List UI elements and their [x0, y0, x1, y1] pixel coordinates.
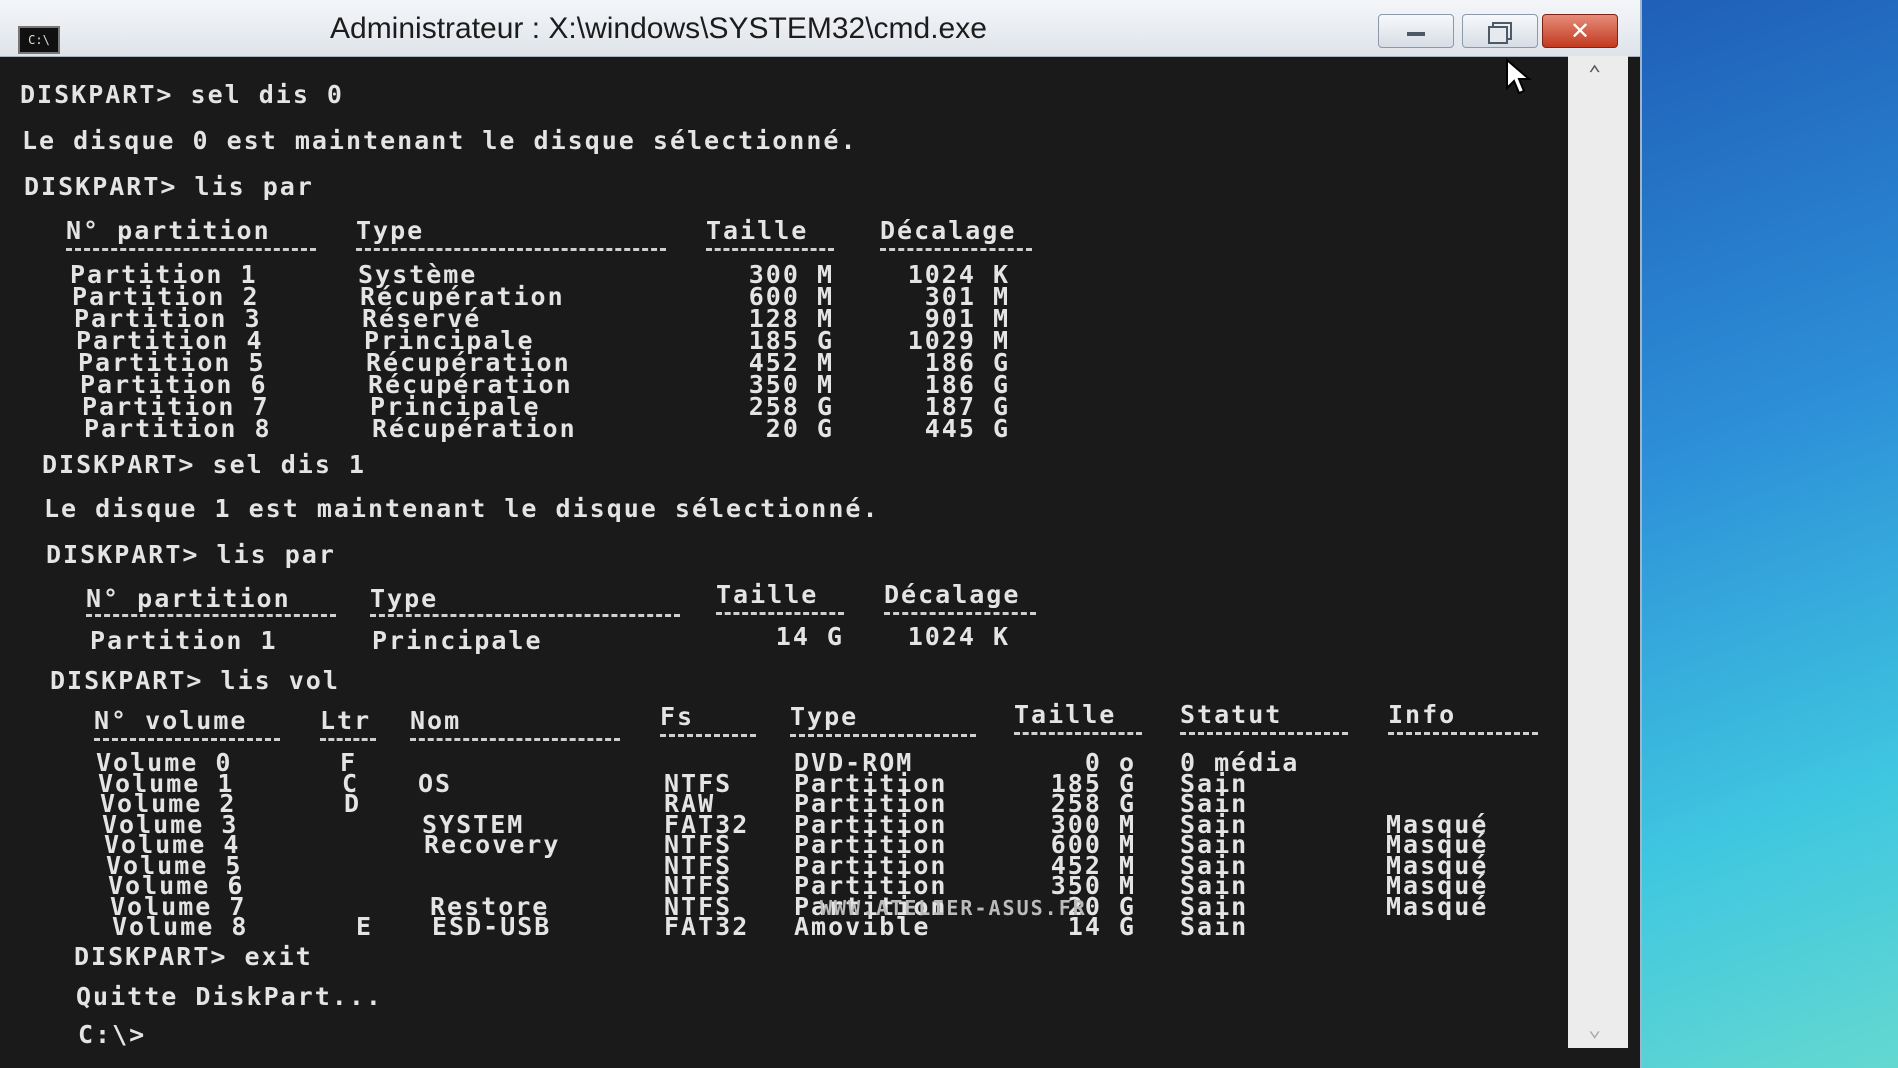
col-header-type: Type: [370, 584, 439, 613]
col-header-info: Info: [1388, 700, 1457, 729]
restore-button[interactable]: [1462, 14, 1538, 48]
command-line: DISKPART> lis vol: [50, 666, 340, 695]
header-underline: [1180, 732, 1348, 738]
console-output[interactable]: DISKPART> sel dis 0 Le disque 0 est main…: [20, 62, 1560, 1052]
output-line: Le disque 1 est maintenant le disque sél…: [44, 494, 880, 523]
command-line: DISKPART> sel dis 1: [42, 450, 366, 479]
header-underline: [660, 734, 756, 740]
cmd-app-icon[interactable]: C:\: [18, 26, 60, 54]
partition-name: Partition 8: [84, 414, 272, 443]
command-line: DISKPART> sel dis 0: [20, 80, 344, 109]
output-line: Le disque 0 est maintenant le disque sél…: [22, 126, 858, 155]
restore-icon-front: [1488, 26, 1508, 44]
partition-name: Partition 1: [90, 626, 278, 655]
minimize-icon: [1407, 32, 1425, 36]
col-header-size: Taille: [716, 580, 819, 609]
col-header-letter: Ltr: [320, 706, 372, 735]
title-bar[interactable]: C:\ Administrateur : X:\windows\SYSTEM32…: [0, 0, 1640, 57]
col-header-fs: Fs: [660, 702, 695, 731]
output-line: Quitte DiskPart...: [76, 982, 383, 1011]
header-underline: [880, 248, 1032, 254]
partition-size: 14 G: [775, 622, 844, 651]
col-header-offset: Décalage: [884, 580, 1021, 609]
command-line: DISKPART> exit: [74, 942, 313, 971]
col-header-type: Type: [790, 702, 859, 731]
header-underline: [410, 738, 620, 744]
volume-name: OS: [418, 768, 453, 798]
window-title: Administrateur : X:\windows\SYSTEM32\cmd…: [330, 12, 987, 45]
col-header-partition: N° partition: [66, 216, 271, 245]
header-underline: [716, 612, 844, 618]
header-underline: [1014, 732, 1142, 738]
minimize-button[interactable]: [1378, 14, 1454, 48]
header-underline: [356, 248, 666, 254]
volume-letter: E: [356, 912, 374, 941]
command-line: DISKPART> lis par: [24, 172, 314, 201]
header-underline: [370, 614, 680, 620]
volume-info: Masqué: [1386, 891, 1489, 921]
close-icon: ✕: [1569, 17, 1591, 45]
col-header-size: Taille: [706, 216, 809, 245]
col-header-type: Type: [356, 216, 425, 245]
header-underline: [706, 248, 834, 254]
col-header-status: Statut: [1180, 700, 1283, 729]
scroll-up-arrow-icon[interactable]: ⌃: [1588, 62, 1601, 87]
partition-offset: 1024 K: [907, 622, 1010, 651]
col-header-volume: N° volume: [94, 706, 248, 735]
col-header-name: Nom: [410, 706, 462, 735]
volume-name: ESD-USB: [432, 912, 552, 941]
col-header-partition: N° partition: [86, 584, 291, 613]
col-header-offset: Décalage: [880, 216, 1017, 245]
header-underline: [66, 248, 316, 254]
command-line: DISKPART> lis par: [46, 540, 336, 569]
watermark-text: WWW.ATELIER-ASUS.FR: [820, 896, 1087, 920]
prompt-line: C:\>: [78, 1020, 147, 1049]
header-underline: [94, 738, 280, 744]
scroll-down-arrow-icon[interactable]: ⌄: [1588, 1017, 1601, 1042]
partition-offset: 445 G: [924, 414, 1010, 443]
close-button[interactable]: ✕: [1542, 14, 1618, 48]
volume-status: Sain: [1180, 912, 1249, 941]
volume-id: Volume 8: [112, 912, 249, 941]
header-underline: [320, 738, 376, 744]
partition-type: Récupération: [372, 414, 577, 443]
partition-type: Principale: [372, 626, 543, 655]
vertical-scrollbar[interactable]: ⌃ ⌄: [1568, 56, 1628, 1048]
volume-letter: D: [344, 789, 362, 818]
volume-fs: FAT32: [664, 912, 750, 941]
header-underline: [1388, 732, 1538, 738]
header-underline: [86, 614, 336, 620]
partition-size: 20 G: [765, 414, 834, 443]
volume-name: Recovery: [424, 830, 561, 859]
header-underline: [790, 734, 976, 740]
cmd-window: C:\ Administrateur : X:\windows\SYSTEM32…: [0, 0, 1642, 1068]
header-underline: [884, 612, 1036, 618]
desktop-background: [1640, 0, 1898, 1068]
col-header-size: Taille: [1014, 700, 1117, 729]
